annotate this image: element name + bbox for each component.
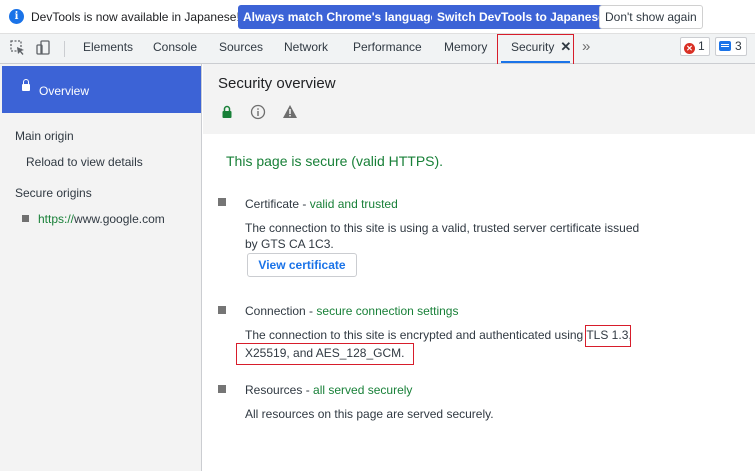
connection-label: Connection [245, 304, 306, 318]
resources-status: all served securely [313, 383, 413, 397]
reload-to-view-details[interactable]: Reload to view details [26, 155, 143, 169]
connection-description: The connection to this site is encrypted… [245, 327, 645, 361]
resources-heading: Resources - all served securely [245, 383, 413, 397]
message-icon [719, 41, 731, 51]
certificate-description-line1: The connection to this site is using a v… [245, 221, 640, 235]
close-tab-icon[interactable]: ✕ [560, 39, 571, 54]
security-summary: This page is secure (valid HTTPS). [226, 153, 444, 169]
certificate-description-line2: by GTS CA 1C3. [245, 237, 334, 251]
inspect-element-icon[interactable] [9, 39, 27, 57]
resources-bullet-icon [218, 385, 226, 393]
tab-memory[interactable]: Memory [444, 34, 487, 63]
tab-performance[interactable]: Performance [353, 34, 422, 63]
device-toolbar-icon[interactable] [35, 39, 53, 57]
cipher-details: X25519, and AES_128_GCM. [245, 346, 405, 360]
switch-to-japanese-button[interactable]: Switch DevTools to Japanese [432, 5, 610, 29]
language-infobar: i DevTools is now available in Japanese!… [0, 0, 755, 34]
lock-icon [22, 79, 30, 91]
tab-security[interactable]: Security ✕ [501, 34, 571, 63]
overview-header: Security overview [203, 64, 755, 134]
toolbar-divider [64, 41, 65, 57]
secure-origins-heading: Secure origins [15, 186, 92, 200]
info-circle-icon [250, 104, 266, 120]
sidebar-item-origin-google[interactable]: https://www.google.com [38, 212, 165, 226]
resources-label: Resources [245, 383, 303, 397]
main-origin-heading: Main origin [15, 129, 74, 143]
certificate-status: valid and trusted [309, 197, 398, 211]
always-match-language-button[interactable]: Always match Chrome's language [238, 5, 443, 29]
connection-heading: Connection - secure connection settings [245, 304, 459, 318]
sidebar-item-overview[interactable]: Overview [2, 66, 201, 113]
tab-elements[interactable]: Elements [83, 34, 133, 63]
security-sidebar: Overview Main origin Reload to view deta… [0, 64, 202, 471]
connection-description-text: The connection to this site is encrypted… [245, 328, 587, 342]
resources-description: All resources on this page are served se… [245, 407, 494, 421]
infobar-message: DevTools is now available in Japanese! [31, 10, 240, 24]
certificate-label: Certificate [245, 197, 300, 211]
origin-scheme: https:// [38, 212, 75, 226]
sidebar-item-overview-label: Overview [39, 84, 90, 98]
warning-triangle-icon [283, 105, 297, 118]
certificate-description: The connection to this site is using a v… [245, 220, 639, 252]
certificate-bullet-icon [218, 198, 226, 206]
secure-lock-icon [222, 105, 232, 118]
tab-console[interactable]: Console [153, 34, 197, 63]
tab-security-label: Security [511, 40, 555, 54]
origin-host: www.google.com [74, 212, 165, 226]
tls-version: TLS 1.3, [586, 328, 632, 342]
message-count-badge[interactable]: 3 [715, 37, 747, 56]
error-icon: ✕ [684, 43, 695, 54]
connection-bullet-icon [218, 306, 226, 314]
info-icon: i [9, 9, 24, 24]
security-overview-panel: Security overview This page is secure (v… [203, 64, 755, 471]
certificate-heading: Certificate - valid and trusted [245, 197, 398, 211]
view-certificate-button[interactable]: View certificate [247, 253, 357, 277]
page-title: Security overview [218, 75, 336, 92]
message-count: 3 [735, 39, 742, 53]
error-count: 1 [698, 39, 705, 53]
devtools-tabbar: Elements Console Sources Network Perform… [0, 34, 755, 64]
connection-status: secure connection settings [316, 304, 459, 318]
dont-show-again-button[interactable]: Don't show again [599, 5, 703, 29]
tab-network[interactable]: Network [284, 34, 328, 63]
error-count-badge[interactable]: ✕ 1 [680, 37, 710, 56]
tab-sources[interactable]: Sources [219, 34, 263, 63]
more-tabs-icon[interactable]: » [582, 38, 590, 55]
origin-bullet-icon [22, 215, 29, 222]
